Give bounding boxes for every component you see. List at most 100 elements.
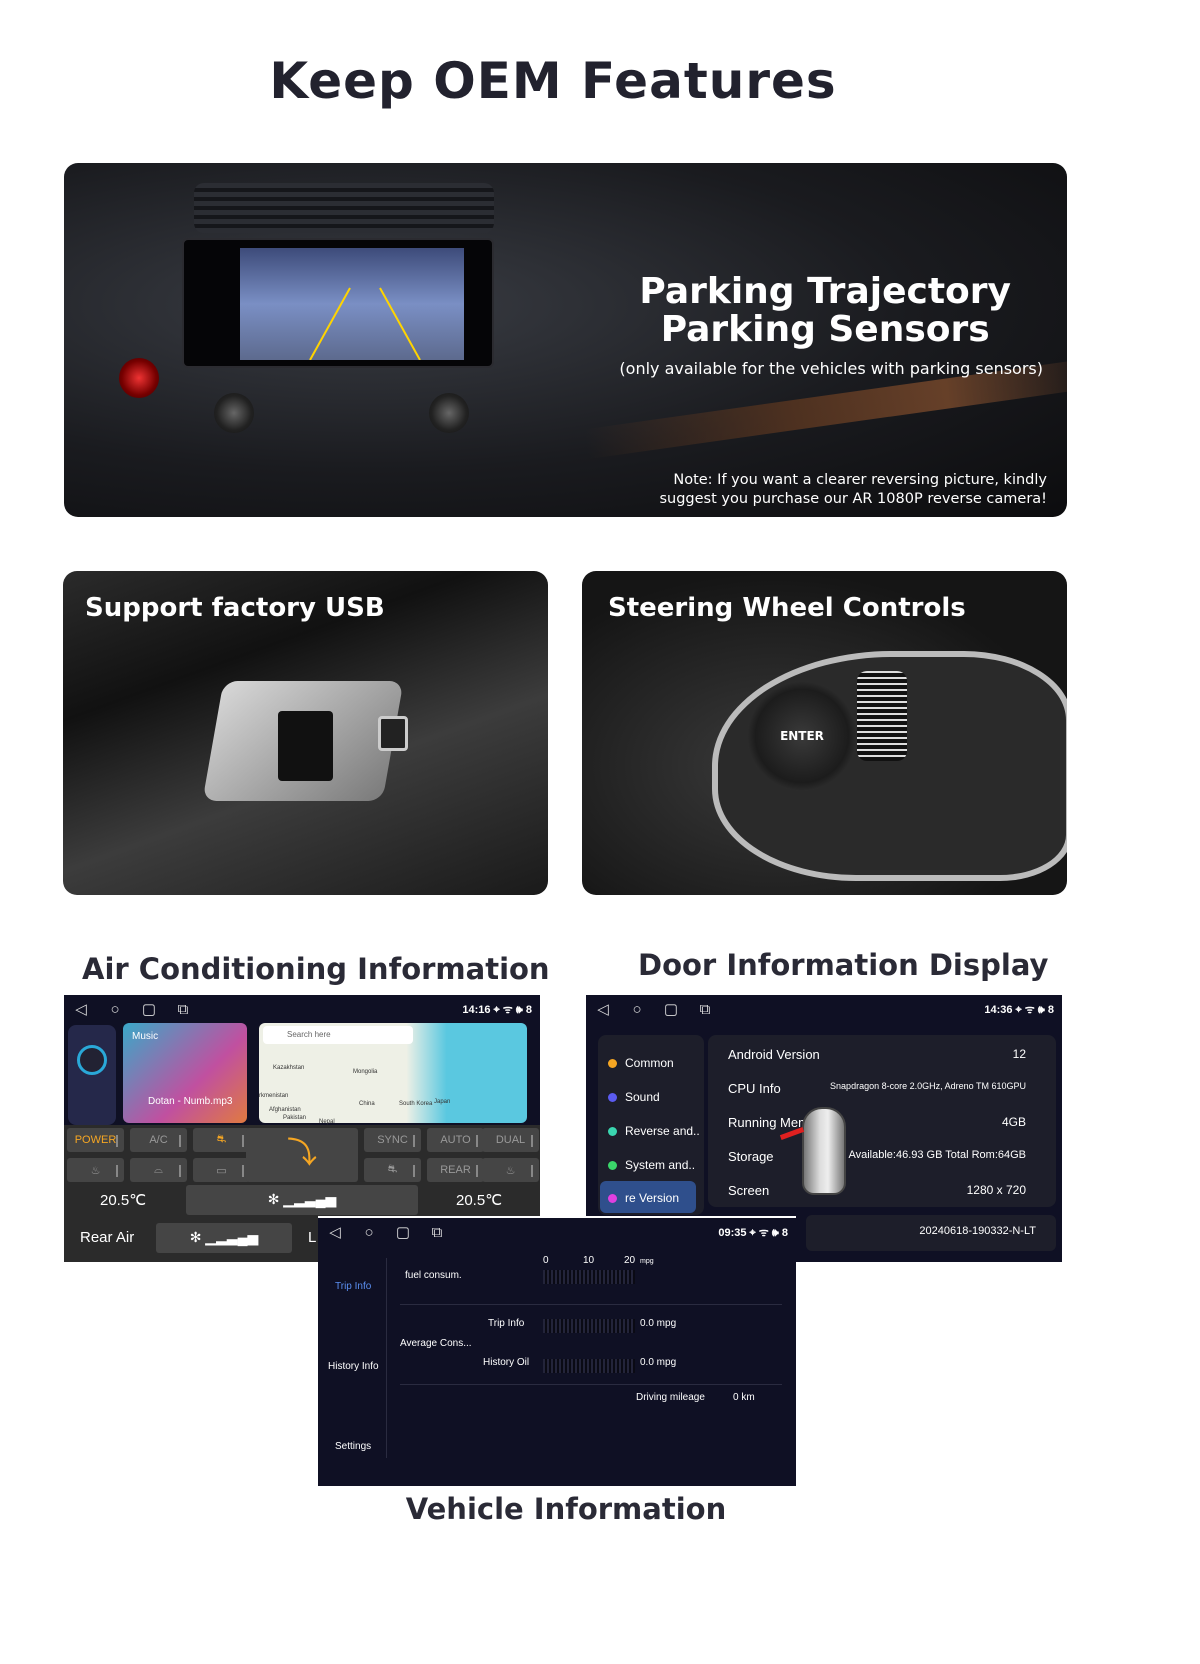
- note-line-1: Note: If you want a clearer reversing pi…: [673, 472, 1047, 488]
- rear-defrost-button[interactable]: ▭: [193, 1158, 250, 1182]
- temp-right: 20.5℃: [456, 1192, 503, 1209]
- info-key: CPU Info: [728, 1081, 781, 1096]
- ac-heading: Air Conditioning Information: [82, 952, 550, 986]
- menu-label: Sound: [625, 1090, 660, 1104]
- history-gauge: [543, 1359, 635, 1373]
- status-bar: ◁ ○ ▢ ⧉ 14:16 ⌖ ᯤ 🕪 8: [64, 995, 540, 1023]
- info-icon: [608, 1193, 617, 1203]
- seat-heat-right-button[interactable]: ♨: [482, 1158, 539, 1182]
- info-value: 1280 x 720: [966, 1183, 1026, 1197]
- dual-button[interactable]: DUAL: [482, 1128, 539, 1152]
- outside-air-button[interactable]: ⛐: [364, 1158, 421, 1182]
- scale-tick: 10: [583, 1255, 595, 1266]
- info-value: 4GB: [1001, 1115, 1026, 1129]
- recents-icon[interactable]: ▢: [132, 1000, 166, 1018]
- status-bar: ◁ ○ ▢ ⧉ 09:35 ⌖ ᯤ 🕪 8: [318, 1218, 796, 1246]
- hero-note: Note: If you want a clearer reversing pi…: [659, 471, 1047, 509]
- history-value: 0.0 mpg: [640, 1357, 677, 1368]
- divider: [400, 1304, 782, 1305]
- recents-icon[interactable]: ▢: [386, 1223, 420, 1241]
- music-label: Music: [132, 1031, 159, 1042]
- time: 14:36: [984, 1004, 1013, 1016]
- map-label: rkmenistan: [259, 1093, 289, 1099]
- seat-heat-left-button[interactable]: ♨: [67, 1158, 124, 1182]
- menu-label: System and..: [625, 1158, 696, 1172]
- reverse-icon: [608, 1126, 617, 1136]
- divider: [386, 1258, 387, 1458]
- map-widget[interactable]: Search here Kazakhstan Mongolia China So…: [259, 1023, 527, 1125]
- tab-trip-info[interactable]: Trip Info: [335, 1281, 371, 1292]
- average-label: Average Cons...: [400, 1338, 472, 1349]
- menu-common[interactable]: Common: [608, 1056, 674, 1070]
- back-icon[interactable]: ◁: [318, 1223, 352, 1241]
- menu-sound[interactable]: Sound: [608, 1090, 660, 1104]
- usb-port: [278, 711, 333, 781]
- front-defrost-button[interactable]: ⌓: [130, 1158, 187, 1182]
- title-line-1: Parking Trajectory: [639, 271, 1011, 312]
- music-widget[interactable]: Music Dotan - Numb.mp3: [123, 1023, 247, 1123]
- system-icon: [608, 1160, 617, 1170]
- head-unit-screen: [182, 238, 494, 368]
- rear-button[interactable]: REAR: [427, 1158, 484, 1182]
- enter-dpad: ENTER: [747, 681, 857, 791]
- split-screen-icon[interactable]: ⧉: [166, 1001, 200, 1018]
- map-label: Afghanistan: [269, 1107, 301, 1113]
- back-icon[interactable]: ◁: [64, 1000, 98, 1018]
- status-time: 14:16 ⌖ ᯤ 🕪 8: [462, 1004, 532, 1016]
- info-row: Storage Available:46.93 GB Total Rom:64GB: [728, 1149, 1026, 1164]
- steering-title: Steering Wheel Controls: [608, 593, 966, 623]
- tune-knob: [429, 393, 469, 433]
- menu-label: Reverse and..: [625, 1124, 700, 1138]
- volume-level: 8: [1047, 1004, 1054, 1016]
- home-icon[interactable]: ○: [352, 1224, 386, 1241]
- auto-button[interactable]: AUTO: [427, 1128, 484, 1152]
- sound-icon: [608, 1092, 617, 1102]
- navigation-icon[interactable]: [77, 1045, 107, 1075]
- home-icon[interactable]: ○: [620, 1001, 654, 1018]
- parking-hero-image: Parking Trajectory Parking Sensors (only …: [64, 163, 1067, 517]
- split-screen-icon[interactable]: ⧉: [420, 1224, 454, 1241]
- info-key: Android Version: [728, 1047, 820, 1062]
- trip-gauge: [543, 1319, 635, 1333]
- fuel-label: fuel consum.: [405, 1270, 462, 1281]
- steering-photo: Steering Wheel Controls ENTER: [582, 571, 1067, 895]
- build-number: 20240618-190332-N-LT: [806, 1215, 1056, 1251]
- map-search-input[interactable]: Search here: [263, 1026, 413, 1044]
- fan-speed-bar[interactable]: ✻ ▁▂▃▄▅: [186, 1185, 418, 1215]
- rear-fan-bar[interactable]: ✻ ▁▂▃▄▅: [156, 1223, 292, 1253]
- menu-reverse[interactable]: Reverse and..: [608, 1124, 700, 1138]
- tab-settings[interactable]: Settings: [335, 1441, 371, 1452]
- scale-tick: 20: [624, 1255, 636, 1266]
- recirculation-button[interactable]: ⛐: [193, 1128, 250, 1152]
- ac-button[interactable]: A/C: [130, 1128, 187, 1152]
- home-icon[interactable]: ○: [98, 1001, 132, 1018]
- back-icon[interactable]: ◁: [586, 1000, 620, 1018]
- volume-knob: [214, 393, 254, 433]
- sync-button[interactable]: SYNC: [364, 1128, 421, 1152]
- info-row: CPU Info Snapdragon 8-core 2.0GHz, Adreno…: [728, 1081, 1026, 1096]
- fuel-gauge: [543, 1270, 635, 1284]
- rear-extra-label: L: [308, 1229, 317, 1246]
- time: 14:16: [462, 1004, 491, 1016]
- start-button: [119, 358, 159, 398]
- vehicle-screen: ◁ ○ ▢ ⧉ 09:35 ⌖ ᯤ 🕪 8 Trip Info History Inf…: [318, 1216, 796, 1486]
- airflow-mode-icon[interactable]: ⤵: [246, 1128, 358, 1182]
- page-title: Keep OEM Features: [269, 52, 837, 110]
- scale-unit: mpg: [640, 1258, 654, 1265]
- track-name: Dotan - Numb.mp3: [148, 1096, 233, 1107]
- split-screen-icon[interactable]: ⧉: [688, 1001, 722, 1018]
- map-label: Japan: [434, 1099, 451, 1105]
- info-key: Storage: [728, 1149, 774, 1164]
- power-socket: [378, 716, 408, 751]
- mileage-label: Driving mileage: [636, 1392, 705, 1403]
- info-value: Available:46.93 GB Total Rom:64GB: [848, 1149, 1026, 1161]
- recents-icon[interactable]: ▢: [654, 1000, 688, 1018]
- map-label: Pakistan: [283, 1115, 307, 1121]
- usb-title: Support factory USB: [85, 593, 385, 623]
- menu-system[interactable]: System and..: [608, 1158, 695, 1172]
- info-value: Snapdragon 8-core 2.0GHz, Adreno TM 610G…: [830, 1081, 1026, 1091]
- power-button[interactable]: POWER: [67, 1128, 124, 1152]
- tab-history-info[interactable]: History Info: [328, 1361, 379, 1372]
- air-vent: [194, 183, 494, 233]
- menu-version[interactable]: re Version: [608, 1191, 679, 1205]
